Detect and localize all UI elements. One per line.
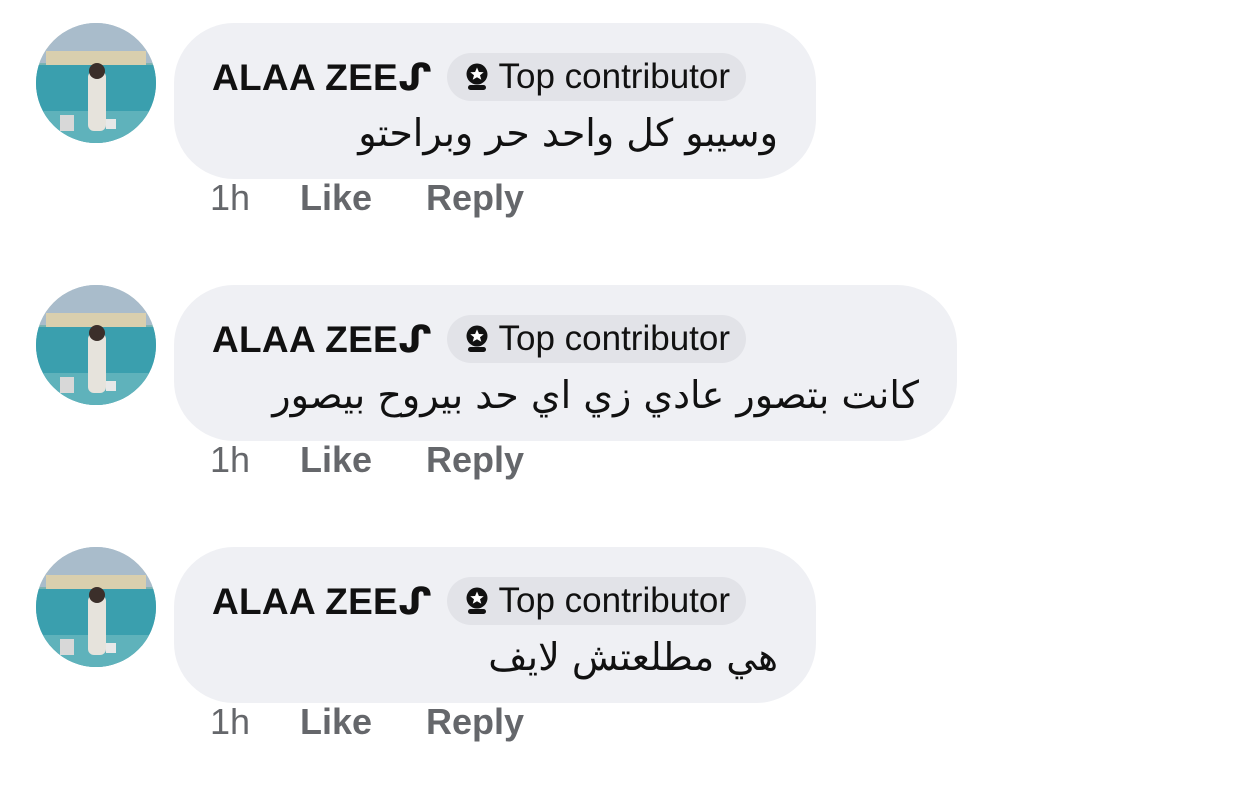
avatar[interactable]: [36, 547, 156, 667]
comment-timestamp[interactable]: 1h: [210, 439, 300, 481]
comment-header: ALAA ZEEᔑ Top contributor: [212, 53, 747, 101]
avatar-photo-icon: [36, 23, 156, 143]
like-button[interactable]: Like: [300, 439, 426, 481]
reply-button[interactable]: Reply: [426, 177, 524, 219]
author-name[interactable]: ALAA ZEEᔑ: [212, 56, 433, 99]
comment-bubble: ALAA ZEEᔑ Top contributor هي مطلعتش لايف: [174, 547, 816, 703]
comment-text: هي مطلعتش لايف: [488, 635, 778, 679]
avatar-photo-icon: [36, 547, 156, 667]
comment-item: ALAA ZEEᔑ Top contributor وسيبو كل واحد …: [0, 0, 1242, 262]
comment-actions: 1h Like Reply: [210, 699, 524, 745]
comment-text: وسيبو كل واحد حر وبراحتو: [358, 111, 778, 155]
comment-timestamp[interactable]: 1h: [210, 177, 300, 219]
comment-item: ALAA ZEEᔑ Top contributor كانت بتصور عاد…: [0, 262, 1242, 524]
top-contributor-badge[interactable]: Top contributor: [446, 315, 747, 363]
badge-label: Top contributor: [498, 57, 731, 96]
author-name[interactable]: ALAA ZEEᔑ: [212, 580, 433, 623]
top-contributor-badge[interactable]: Top contributor: [446, 53, 747, 101]
avatar[interactable]: [36, 285, 156, 405]
comment-header: ALAA ZEEᔑ Top contributor: [212, 315, 747, 363]
comment-header: ALAA ZEEᔑ Top contributor: [212, 577, 747, 625]
badge-label: Top contributor: [498, 319, 731, 358]
top-contributor-badge-icon: [463, 62, 491, 92]
avatar-photo-icon: [36, 285, 156, 405]
badge-label: Top contributor: [498, 581, 731, 620]
comment-item: ALAA ZEEᔑ Top contributor هي مطلعتش لايف…: [0, 524, 1242, 786]
reply-button[interactable]: Reply: [426, 439, 524, 481]
comment-actions: 1h Like Reply: [210, 175, 524, 221]
like-button[interactable]: Like: [300, 177, 426, 219]
reply-button[interactable]: Reply: [426, 701, 524, 743]
comment-timestamp[interactable]: 1h: [210, 701, 300, 743]
comment-bubble: ALAA ZEEᔑ Top contributor كانت بتصور عاد…: [174, 285, 957, 441]
avatar[interactable]: [36, 23, 156, 143]
comment-actions: 1h Like Reply: [210, 437, 524, 483]
comment-bubble: ALAA ZEEᔑ Top contributor وسيبو كل واحد …: [174, 23, 816, 179]
top-contributor-badge-icon: [463, 324, 491, 354]
top-contributor-badge[interactable]: Top contributor: [446, 577, 747, 625]
top-contributor-badge-icon: [463, 586, 491, 616]
author-name[interactable]: ALAA ZEEᔑ: [212, 318, 433, 361]
comment-text: كانت بتصور عادي زي اي حد بيروح بيصور: [272, 373, 919, 417]
like-button[interactable]: Like: [300, 701, 426, 743]
